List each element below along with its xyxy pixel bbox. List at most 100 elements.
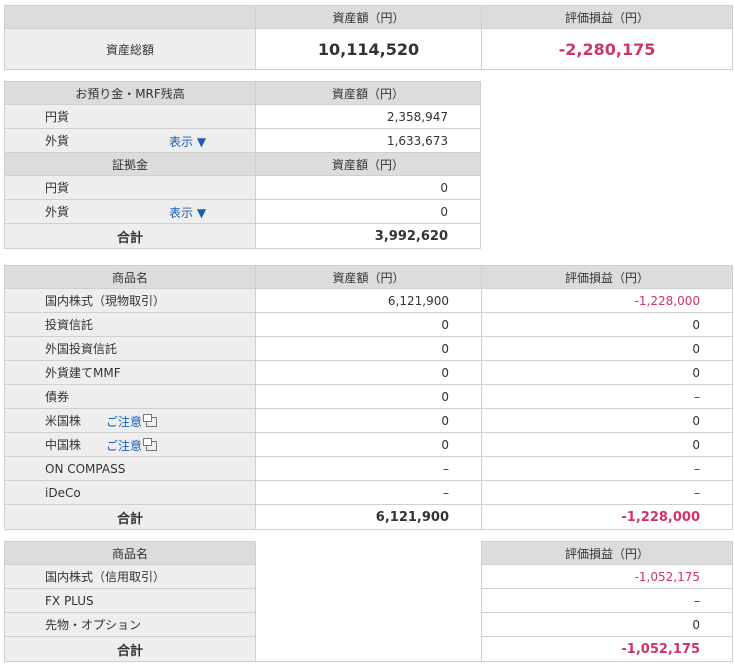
margin-total-pl: -1,052,175	[481, 636, 733, 662]
margin-product-pl: 0	[481, 612, 733, 637]
table-row: 先物・オプション 0	[4, 612, 733, 637]
products-total-label: 合計	[4, 504, 256, 530]
margin-deposit-header-label: 証拠金	[4, 152, 256, 176]
table-row: iDeCo – –	[4, 480, 733, 505]
product-row-pl: 0	[481, 408, 733, 433]
show-margin-foreign-link[interactable]: 表示 ▼	[169, 204, 206, 221]
product-row-label: iDeCo	[4, 480, 256, 505]
table-row: 投資信託 0 0	[4, 312, 733, 337]
products-total-pl: -1,228,000	[481, 504, 733, 530]
summary-col-pl: 評価損益（円）	[481, 5, 733, 29]
table-row: 中国株 ご注意 0 0	[4, 432, 733, 457]
deposits-header-value: 資産額（円）	[255, 81, 481, 105]
product-row-label: ON COMPASS	[4, 456, 256, 481]
row-label: 外国投資信託	[45, 342, 118, 356]
product-row-pl: 0	[481, 432, 733, 457]
margin-blank-cell	[255, 636, 482, 662]
product-row-pl: –	[481, 384, 733, 409]
margin-blank-cell	[255, 564, 482, 589]
product-row-pl: 0	[481, 336, 733, 361]
products-col-name: 商品名	[4, 265, 256, 289]
table-row: FX PLUS –	[4, 588, 733, 613]
margin-row-value: 0	[255, 175, 481, 200]
deposits-total-value: 3,992,620	[255, 223, 481, 249]
deposit-row-value: 2,358,947	[255, 104, 481, 129]
margin-product-label: 国内株式（信用取引）	[4, 564, 256, 589]
product-row-asset: 0	[255, 336, 482, 361]
margin-total-label: 合計	[4, 636, 256, 662]
table-row: 外貨 表示 ▼ 1,633,673	[4, 128, 481, 153]
margin-blank-cell	[255, 541, 482, 565]
product-row-label: 外貨建てMMF	[4, 360, 256, 385]
margin-row-label: 外貨 表示 ▼	[4, 199, 256, 224]
deposit-row-label: 円貨	[4, 104, 256, 129]
show-foreign-currency-link[interactable]: 表示 ▼	[169, 133, 206, 150]
row-label: 外貨	[45, 134, 70, 148]
margin-deposit-header-value: 資産額（円）	[255, 152, 481, 176]
product-row-pl: -1,228,000	[481, 288, 733, 313]
product-row-asset: 0	[255, 408, 482, 433]
product-row-pl: 0	[481, 360, 733, 385]
summary-asset-total: 10,114,520	[255, 28, 482, 70]
deposit-row-value: 1,633,673	[255, 128, 481, 153]
margin-product-pl: –	[481, 588, 733, 613]
margin-col-pl: 評価損益（円）	[481, 541, 733, 565]
deposits-total-label: 合計	[4, 223, 256, 249]
deposits-header-label: お預り金・MRF残高	[4, 81, 256, 105]
product-row-pl: –	[481, 480, 733, 505]
external-window-icon	[143, 438, 158, 451]
margin-blank-cell	[255, 612, 482, 637]
summary-row-label: 資産総額	[4, 28, 256, 70]
product-row-pl: 0	[481, 312, 733, 337]
table-row: 債券 0–	[4, 384, 733, 409]
table-row: 外貨建てMMF 0 0	[4, 360, 733, 385]
products-total-asset: 6,121,900	[255, 504, 482, 530]
deposit-row-label: 外貨 表示 ▼	[4, 128, 256, 153]
product-row-label: 投資信託	[4, 312, 256, 337]
product-row-asset: –	[255, 480, 482, 505]
margin-product-pl: -1,052,175	[481, 564, 733, 589]
product-row-asset: 6,121,900	[255, 288, 482, 313]
row-label: iDeCo	[45, 485, 81, 500]
row-label: 外貨建てMMF	[45, 366, 121, 380]
summary-col-asset: 資産額（円）	[255, 5, 482, 29]
product-row-asset: –	[255, 456, 482, 481]
summary-blank-header	[4, 5, 256, 29]
product-row-asset: 0	[255, 384, 482, 409]
margin-product-label: FX PLUS	[4, 588, 256, 613]
products-col-pl: 評価損益（円）	[481, 265, 733, 289]
product-row-pl: –	[481, 456, 733, 481]
product-row-label: 債券	[4, 384, 256, 409]
table-row: 円貨 0	[4, 175, 481, 200]
product-row-label: 外国投資信託	[4, 336, 256, 361]
row-label: 円貨	[45, 110, 70, 124]
product-row-asset: 0	[255, 312, 482, 337]
row-label: 円貨	[45, 181, 70, 195]
product-row-label: 米国株 ご注意	[4, 408, 256, 433]
deposits-table: お預り金・MRF残高 資産額（円） 円貨 2,358,947 外貨 表示 ▼ 1…	[4, 81, 481, 249]
table-row: 米国株 ご注意 0 0	[4, 408, 733, 433]
margin-row-value: 0	[255, 199, 481, 224]
summary-table: 資産額（円） 評価損益（円） 資産総額 10,114,520 -2,280,17…	[4, 5, 733, 70]
table-row: ON COMPASS – –	[4, 456, 733, 481]
row-label: 外貨	[45, 205, 70, 219]
table-row: 外貨 表示 ▼ 0	[4, 199, 481, 224]
product-row-asset: 0	[255, 360, 482, 385]
caution-link-text: ご注意	[106, 439, 143, 453]
product-row-label: 国内株式（現物取引）	[4, 288, 256, 313]
margin-blank-cell	[255, 588, 482, 613]
product-row-asset: 0	[255, 432, 482, 457]
table-row: 国内株式（現物取引） 6,121,900 -1,228,000	[4, 288, 733, 313]
row-label: ON COMPASS	[45, 461, 126, 476]
products-col-asset: 資産額（円）	[255, 265, 482, 289]
caution-link[interactable]: ご注意	[106, 413, 158, 430]
caution-link[interactable]: ご注意	[106, 437, 158, 454]
row-label: 国内株式（現物取引）	[45, 294, 166, 308]
product-row-label: 中国株 ご注意	[4, 432, 256, 457]
table-row: 国内株式（信用取引） -1,052,175	[4, 564, 733, 589]
caution-link-text: ご注意	[106, 415, 143, 429]
margin-product-label: 先物・オプション	[4, 612, 256, 637]
table-row: 外国投資信託 0 0	[4, 336, 733, 361]
row-label: 中国株	[45, 438, 82, 452]
margin-row-label: 円貨	[4, 175, 256, 200]
